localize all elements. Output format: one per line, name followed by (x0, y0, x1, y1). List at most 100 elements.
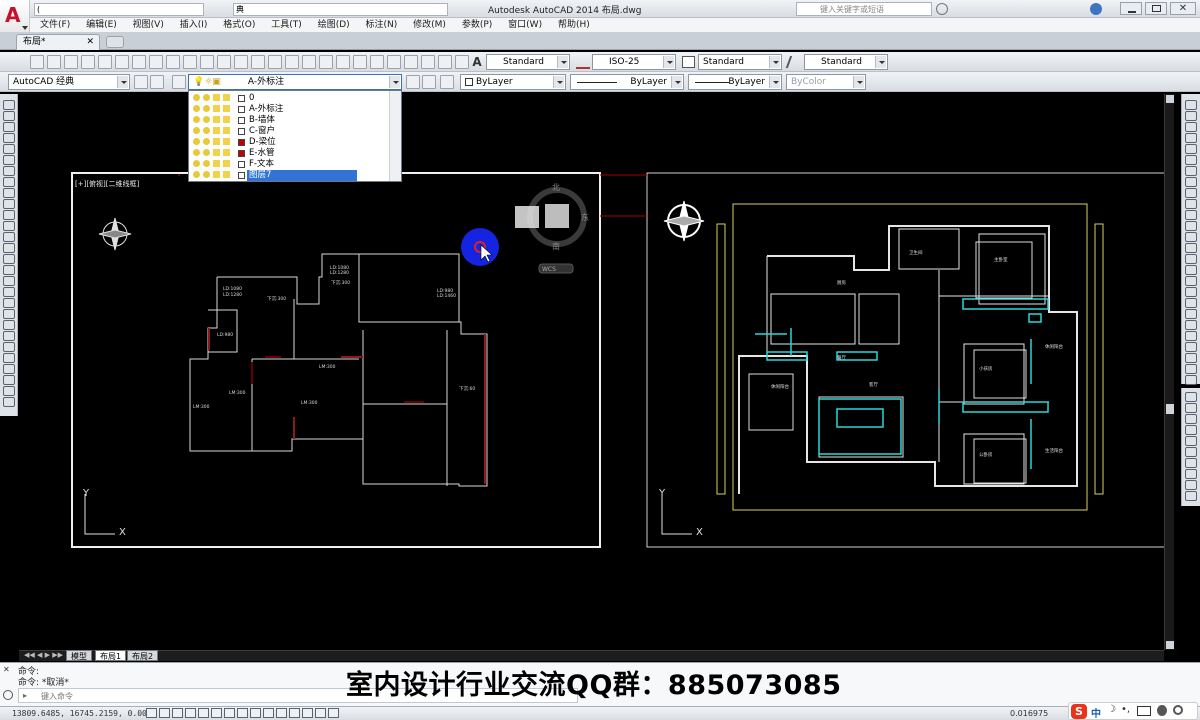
menu-tools[interactable]: 工具(T) (271, 18, 302, 32)
layer-state-icons[interactable] (193, 138, 237, 147)
modify-tool-7-icon[interactable] (1185, 166, 1197, 176)
status-toggle-1-icon[interactable] (146, 708, 157, 718)
table-style-icon[interactable] (682, 56, 695, 68)
modify-tool-6-icon[interactable] (1185, 155, 1197, 165)
menu-parametric[interactable]: 参数(P) (462, 18, 492, 32)
draw-tool-23-icon[interactable] (3, 342, 15, 352)
standard-tool-25-icon[interactable] (438, 55, 452, 69)
layer-row-selected[interactable]: 图层7 (191, 170, 387, 181)
standard-tool-22-icon[interactable] (387, 55, 401, 69)
menu-help[interactable]: 帮助(H) (558, 18, 590, 32)
modify-tool-21-icon[interactable] (1185, 320, 1197, 330)
layer-row[interactable]: 0 (191, 93, 387, 104)
layer-row[interactable]: F-文本 (191, 159, 387, 170)
modify-tool-23-icon[interactable] (1185, 342, 1197, 352)
modify-tool-18-icon[interactable] (1185, 287, 1197, 297)
modify-tool-25-icon[interactable] (1185, 364, 1197, 374)
draw-tool-28-icon[interactable] (3, 397, 15, 407)
draw-tool-22-icon[interactable] (3, 331, 15, 341)
draw-tool-2-icon[interactable] (3, 111, 15, 121)
draw-tool-18-icon[interactable] (3, 287, 15, 297)
layer-row[interactable]: A-外标注 (191, 104, 387, 115)
modify-tool-4-icon[interactable] (1185, 133, 1197, 143)
modify-tool-9-icon[interactable] (1185, 188, 1197, 198)
menu-file[interactable]: 文件(F) (40, 18, 70, 32)
modify-tool-20-icon[interactable] (1185, 309, 1197, 319)
standard-tool-17-icon[interactable] (302, 55, 316, 69)
workspace-select[interactable]: AutoCAD 经典 (8, 74, 130, 90)
layer-state-icons[interactable] (193, 171, 237, 180)
standard-tool-12-icon[interactable] (217, 55, 231, 69)
help-icon[interactable] (1090, 3, 1102, 15)
draw-tool-4-icon[interactable] (3, 133, 15, 143)
menu-edit[interactable]: 编辑(E) (86, 18, 117, 32)
new-tab-button[interactable] (106, 36, 124, 48)
viewport-label[interactable]: [+][俯视][二维线框] (75, 179, 140, 188)
status-toggle-13-icon[interactable] (302, 708, 313, 718)
status-toggle-10-icon[interactable] (263, 708, 274, 718)
modify-tool-5-icon[interactable] (1185, 144, 1197, 154)
draw-tool-1-icon[interactable] (3, 100, 15, 110)
linetype-select[interactable]: ByLayer (570, 74, 684, 90)
modify-tool-1-icon[interactable] (1185, 100, 1197, 110)
standard-tool-19-icon[interactable] (336, 55, 350, 69)
standard-tool-5-icon[interactable] (98, 55, 112, 69)
modify-tool-12-icon[interactable] (1185, 221, 1197, 231)
draw-tool-10-icon[interactable] (3, 199, 15, 209)
compass-north[interactable]: 北 (552, 183, 560, 192)
standard-tool-8-icon[interactable] (149, 55, 163, 69)
app-logo[interactable]: A (0, 0, 30, 32)
draw-tool-3-icon[interactable] (3, 122, 15, 132)
status-toggle-5-icon[interactable] (198, 708, 209, 718)
dimension-tool-3-icon[interactable] (1185, 414, 1197, 424)
tab-layout1[interactable]: 布局1 (95, 650, 127, 661)
draw-tool-14-icon[interactable] (3, 243, 15, 253)
scroll-down-arrow-icon[interactable] (1166, 641, 1174, 649)
layer-row[interactable]: B-墙体 (191, 115, 387, 126)
menu-draw[interactable]: 绘图(D) (318, 18, 350, 32)
layer-state-icons[interactable] (193, 149, 237, 158)
layer-state-icons[interactable] (193, 160, 237, 169)
color-select[interactable]: ByLayer (460, 74, 566, 90)
standard-tool-9-icon[interactable] (166, 55, 180, 69)
layer-row[interactable]: D-梁位 (191, 137, 387, 148)
close-button[interactable]: ✕ (1170, 2, 1196, 15)
viewport-frame-left[interactable] (71, 172, 601, 548)
modify-tool-15-icon[interactable] (1185, 254, 1197, 264)
dimension-tool-7-icon[interactable] (1185, 458, 1197, 468)
scroll-up-arrow-icon[interactable] (1166, 95, 1174, 103)
workspace-quick-combo[interactable]: 典 (233, 3, 448, 16)
layer-make-current-icon[interactable] (406, 75, 420, 89)
dimension-tool-10-icon[interactable] (1185, 491, 1197, 501)
draw-tool-8-icon[interactable] (3, 177, 15, 187)
search-icon[interactable] (936, 3, 948, 15)
viewcube[interactable]: 北 南 东 WCS (515, 183, 589, 274)
layer-color-swatch[interactable] (238, 128, 245, 135)
layer-row[interactable]: C-窗户 (191, 126, 387, 137)
draw-tool-9-icon[interactable] (3, 188, 15, 198)
menu-insert[interactable]: 插入(I) (180, 18, 208, 32)
quick-access-field[interactable]: ( (34, 3, 204, 16)
dim-style-icon[interactable] (576, 55, 590, 69)
modify-tool-13-icon[interactable] (1185, 232, 1197, 242)
draw-tool-16-icon[interactable] (3, 265, 15, 275)
layer-color-swatch[interactable] (238, 172, 245, 179)
modify-tool-14-icon[interactable] (1185, 243, 1197, 253)
layer-state-icons[interactable] (193, 127, 237, 136)
draw-tool-19-icon[interactable] (3, 298, 15, 308)
standard-tool-4-icon[interactable] (81, 55, 95, 69)
modify-tool-17-icon[interactable] (1185, 276, 1197, 286)
status-toggle-14-icon[interactable] (315, 708, 326, 718)
layer-manager-icon[interactable] (172, 75, 186, 89)
layer-state-icons[interactable] (193, 116, 237, 125)
layer-color-swatch[interactable] (238, 106, 245, 113)
wcs-menu[interactable]: WCS (542, 266, 556, 273)
text-style-select[interactable]: Standard (486, 54, 570, 70)
modify-tool-8-icon[interactable] (1185, 177, 1197, 187)
compass-south[interactable]: 南 (552, 241, 560, 251)
draw-tool-21-icon[interactable] (3, 320, 15, 330)
dim-style-select[interactable]: ISO-25 (592, 54, 676, 70)
modify-tool-11-icon[interactable] (1185, 210, 1197, 220)
table-style-select[interactable]: Standard (698, 54, 782, 70)
status-toggle-11-icon[interactable] (276, 708, 287, 718)
